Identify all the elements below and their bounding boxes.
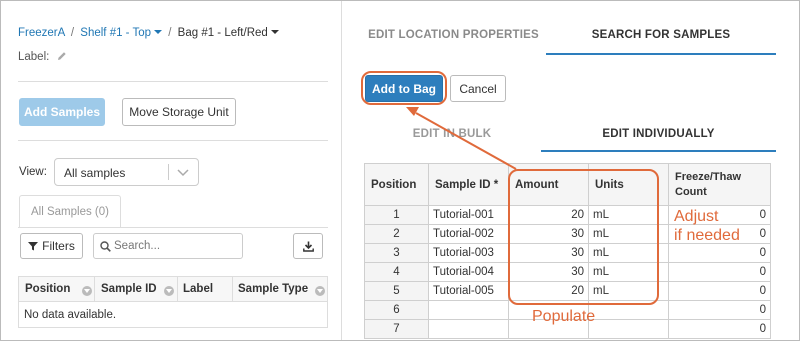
add-samples-button[interactable]: Add Samples — [19, 98, 105, 126]
grid-cell-sample-id[interactable] — [428, 319, 509, 339]
label-row: Label: — [18, 51, 67, 63]
grid-cell-sample-id[interactable] — [428, 300, 509, 320]
grid-cell-units[interactable] — [588, 319, 669, 339]
grid-header-position: Position — [364, 163, 429, 206]
chevron-down-icon[interactable] — [177, 169, 189, 177]
breadcrumb: FreezerA / Shelf #1 - Top / Bag #1 - Lef… — [18, 27, 279, 39]
sort-icon[interactable] — [315, 286, 325, 296]
adjust-line1: Adjust — [674, 208, 719, 225]
search-icon — [100, 241, 111, 252]
grid-cell-freeze-thaw[interactable]: 0 — [668, 262, 771, 282]
move-storage-unit-button[interactable]: Move Storage Unit — [122, 98, 236, 126]
search-placeholder: Search... — [114, 240, 161, 252]
freeze-thaw-line2: Count — [675, 185, 707, 198]
grid-cell-sample-id[interactable]: Tutorial-005 — [428, 281, 509, 301]
grid-cell-freeze-thaw[interactable]: 0 — [668, 319, 771, 339]
freeze-thaw-line1: Freeze/Thaw — [675, 170, 742, 183]
grid-cell-position: 3 — [364, 243, 429, 263]
select-divider — [168, 164, 169, 180]
cancel-button[interactable]: Cancel — [450, 75, 506, 102]
adjust-annotation: Adjust if needed — [674, 207, 740, 245]
sort-icon[interactable] — [164, 286, 174, 296]
divider — [18, 81, 328, 82]
chevron-down-icon[interactable] — [154, 30, 163, 34]
breadcrumb-separator: / — [70, 27, 75, 39]
grid-cell-sample-id[interactable]: Tutorial-004 — [428, 262, 509, 282]
divider — [18, 140, 328, 141]
samples-table: Position Sample ID Label Sample Type No … — [18, 276, 328, 328]
grid-cell-position: 7 — [364, 319, 429, 339]
adjust-line2: if needed — [674, 227, 740, 245]
grid-cell-freeze-thaw[interactable]: 0 — [668, 300, 771, 320]
divider — [18, 227, 328, 228]
grid-cell-position: 6 — [364, 300, 429, 320]
col-header-sample-type[interactable]: Sample Type — [238, 283, 308, 295]
col-header-sample-id[interactable]: Sample ID — [101, 283, 157, 295]
add-to-bag-button[interactable]: Add to Bag — [365, 75, 443, 102]
view-select-value: All samples — [64, 166, 126, 180]
app-frame: FreezerA / Shelf #1 - Top / Bag #1 - Lef… — [0, 0, 800, 341]
col-divider — [232, 277, 233, 302]
breadcrumb-freezer[interactable]: FreezerA — [18, 27, 65, 39]
download-button[interactable] — [293, 233, 323, 259]
amount-units-highlight — [508, 169, 659, 305]
grid-cell-sample-id[interactable]: Tutorial-002 — [428, 224, 509, 244]
populate-annotation: Populate — [532, 308, 596, 325]
tab-edit-individually[interactable]: EDIT INDIVIDUALLY — [541, 128, 776, 140]
grid-cell-sample-id[interactable]: Tutorial-001 — [428, 205, 509, 225]
tab-edit-in-bulk[interactable]: EDIT IN BULK — [363, 128, 541, 140]
empty-message: No data available. — [24, 309, 117, 321]
breadcrumb-separator: / — [168, 27, 172, 39]
view-select[interactable]: All samples — [54, 158, 199, 186]
grid-header-freeze-thaw: Freeze/Thaw Count — [668, 163, 771, 206]
filters-button[interactable]: Filters — [20, 233, 83, 259]
active-tab-indicator — [546, 53, 776, 55]
grid-header-sample-id: Sample ID * — [428, 163, 509, 206]
grid-cell-position: 4 — [364, 262, 429, 282]
active-tab-indicator — [541, 150, 776, 152]
grid-cell-position: 2 — [364, 224, 429, 244]
grid-cell-freeze-thaw[interactable]: 0 — [668, 243, 771, 263]
pencil-icon[interactable] — [57, 51, 67, 61]
chevron-down-icon[interactable] — [270, 30, 279, 34]
panel-divider — [341, 1, 342, 340]
tab-edit-location-properties[interactable]: EDIT LOCATION PROPERTIES — [361, 29, 546, 41]
grid-cell-position: 1 — [364, 205, 429, 225]
tab-search-for-samples[interactable]: SEARCH FOR SAMPLES — [546, 29, 776, 41]
tab-all-samples[interactable]: All Samples (0) — [19, 195, 121, 227]
filter-icon — [28, 242, 39, 251]
breadcrumb-bag[interactable]: Bag #1 - Left/Red — [178, 27, 268, 39]
label-caption: Label: — [18, 51, 50, 63]
col-divider — [94, 277, 95, 302]
grid-cell-position: 5 — [364, 281, 429, 301]
grid-cell-freeze-thaw[interactable]: 0 — [668, 281, 771, 301]
col-divider — [177, 277, 178, 302]
search-input[interactable]: Search... — [93, 233, 243, 259]
grid-cell-sample-id[interactable]: Tutorial-003 — [428, 243, 509, 263]
breadcrumb-shelf[interactable]: Shelf #1 - Top — [80, 27, 151, 39]
download-icon — [302, 241, 314, 252]
col-header-position[interactable]: Position — [25, 283, 70, 295]
view-label: View: — [19, 166, 47, 178]
col-header-label[interactable]: Label — [183, 283, 213, 295]
sort-icon[interactable] — [82, 286, 92, 296]
filters-label: Filters — [42, 239, 75, 253]
